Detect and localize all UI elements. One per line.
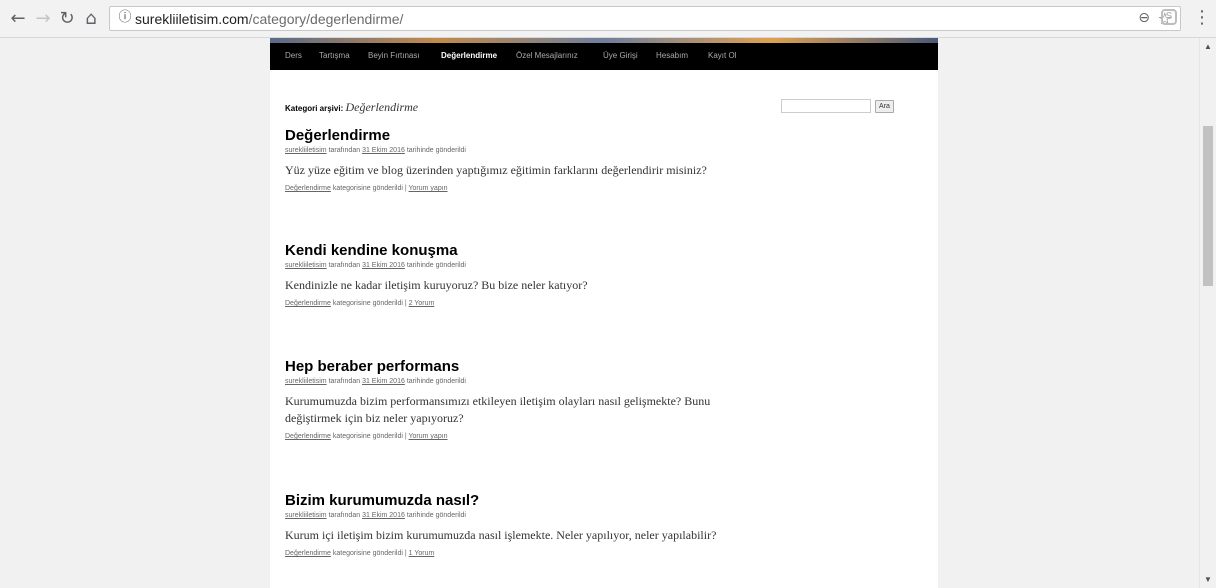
post-meta-by: tarafından — [328, 378, 361, 385]
scroll-down-arrow-icon[interactable]: ▼ — [1204, 575, 1212, 584]
nav-item-ozel-mesajlariniz[interactable]: Özel Mesajlarınız — [516, 51, 578, 60]
scrollbar-thumb[interactable] — [1203, 126, 1213, 286]
nav-item-degerlendirme[interactable]: Değerlendirme — [441, 51, 497, 60]
post-item: Değerlendirme surekliiletisim tarafından… — [285, 127, 745, 192]
post-author-link[interactable]: surekliiletisim — [285, 512, 327, 519]
home-icon[interactable]: ⌂ — [81, 9, 101, 29]
post-comments-link[interactable]: 2 Yorum — [409, 300, 435, 307]
post-title[interactable]: Hep beraber performans — [285, 358, 745, 375]
post-date-link[interactable]: 31 Ekim 2016 — [362, 262, 405, 269]
back-arrow-icon[interactable]: ← — [8, 9, 28, 29]
post-comments-link[interactable]: 1 Yorum — [409, 550, 435, 557]
page-content: Ders Tartışma Beyin Fırtınası Değerlendi… — [270, 38, 938, 588]
post-date-link[interactable]: 31 Ekim 2016 — [362, 147, 405, 154]
post-excerpt: Kurumumuzda bizim performansımızı etkile… — [285, 394, 711, 425]
scroll-up-arrow-icon[interactable]: ▲ — [1204, 42, 1212, 51]
post-category-suffix: kategorisine gönderildi | — [332, 550, 407, 557]
post-meta-posted: tarihinde gönderildi — [406, 378, 466, 385]
post-comments-link[interactable]: Yorum yapın — [409, 185, 448, 192]
archive-category: Değerlendirme — [345, 100, 419, 114]
post-item: Kendi kendine konuşma surekliiletisim ta… — [285, 242, 745, 307]
post-meta-posted: tarihinde gönderildi — [406, 262, 466, 269]
post-category-link[interactable]: Değerlendirme — [285, 185, 331, 192]
browser-toolbar: ← → ↻ ⌂ ⓘ surekliiletisim.com/category/d… — [0, 0, 1216, 38]
post-excerpt: Kendinizle ne kadar iletişim kuruyoruz? … — [285, 278, 588, 292]
post-footer: Değerlendirme kategorisine gönderildi | … — [285, 300, 745, 307]
search-button[interactable]: Ara — [875, 100, 894, 113]
post-meta-posted: tarihinde gönderildi — [406, 512, 466, 519]
post-meta-by: tarafından — [328, 262, 361, 269]
post-author-link[interactable]: surekliiletisim — [285, 378, 327, 385]
post-footer: Değerlendirme kategorisine gönderildi | … — [285, 433, 745, 440]
post-excerpt: Kurum içi iletişim bizim kurumumuzda nas… — [285, 528, 717, 542]
post-meta: surekliiletisim tarafından 31 Ekim 2016 … — [285, 262, 745, 269]
nav-item-kayit-ol[interactable]: Kayıt Ol — [708, 51, 736, 60]
site-info-icon[interactable]: ⓘ — [117, 10, 133, 26]
post-meta-by: tarafından — [328, 512, 361, 519]
address-url[interactable]: surekliiletisim.com/category/degerlendir… — [135, 11, 403, 27]
main-navigation: Ders Tartışma Beyin Fırtınası Değerlendi… — [270, 43, 938, 70]
post-comments-link[interactable]: Yorum yapın — [409, 433, 448, 440]
post-date-link[interactable]: 31 Ekim 2016 — [362, 512, 405, 519]
nav-item-beyin-firtinasi[interactable]: Beyin Fırtınası — [368, 51, 420, 60]
forward-arrow-icon[interactable]: → — [33, 9, 53, 29]
post-meta: surekliiletisim tarafından 31 Ekim 2016 … — [285, 378, 745, 385]
post-title[interactable]: Değerlendirme — [285, 127, 745, 144]
post-title[interactable]: Kendi kendine konuşma — [285, 242, 745, 259]
post-meta-posted: tarihinde gönderildi — [406, 147, 466, 154]
search-input[interactable] — [781, 99, 871, 113]
post-date-link[interactable]: 31 Ekim 2016 — [362, 378, 405, 385]
post-category-suffix: kategorisine gönderildi | — [332, 300, 407, 307]
post-author-link[interactable]: surekliiletisim — [285, 262, 327, 269]
address-bar[interactable]: ⓘ surekliiletisim.com/category/degerlend… — [109, 6, 1181, 31]
post-category-suffix: kategorisine gönderildi | — [332, 185, 407, 192]
post-item: Hep beraber performans surekliiletisim t… — [285, 358, 745, 440]
nav-item-uye-girisi[interactable]: Üye Girişi — [603, 51, 638, 60]
post-category-link[interactable]: Değerlendirme — [285, 433, 331, 440]
page-scrollbar[interactable]: ▲ ▼ — [1199, 38, 1216, 588]
post-title[interactable]: Bizim kurumumuzda nasıl? — [285, 492, 745, 509]
post-footer: Değerlendirme kategorisine gönderildi | … — [285, 185, 745, 192]
browser-menu-icon[interactable]: ⋮ — [1193, 7, 1211, 28]
nav-item-hesabim[interactable]: Hesabım — [656, 51, 688, 60]
archive-title: Kategori arşivi: Değerlendirme — [285, 100, 418, 115]
extension-icon[interactable]: S — [1161, 9, 1177, 25]
post-excerpt: Yüz yüze eğitim ve blog üzerinden yaptığ… — [285, 163, 707, 177]
reload-icon[interactable]: ↻ — [57, 9, 77, 29]
post-meta: surekliiletisim tarafından 31 Ekim 2016 … — [285, 147, 745, 154]
post-item: Bizim kurumumuzda nasıl? surekliiletisim… — [285, 492, 745, 557]
post-meta-by: tarafından — [328, 147, 361, 154]
post-category-suffix: kategorisine gönderildi | — [332, 433, 407, 440]
post-author-link[interactable]: surekliiletisim — [285, 147, 327, 154]
post-category-link[interactable]: Değerlendirme — [285, 550, 331, 557]
zoom-icon[interactable]: ⊖ — [1138, 10, 1150, 26]
nav-item-tartisma[interactable]: Tartışma — [319, 51, 350, 60]
nav-item-ders[interactable]: Ders — [285, 51, 302, 60]
post-meta: surekliiletisim tarafından 31 Ekim 2016 … — [285, 512, 745, 519]
post-category-link[interactable]: Değerlendirme — [285, 300, 331, 307]
archive-prefix: Kategori arşivi: — [285, 104, 344, 113]
post-footer: Değerlendirme kategorisine gönderildi | … — [285, 550, 745, 557]
